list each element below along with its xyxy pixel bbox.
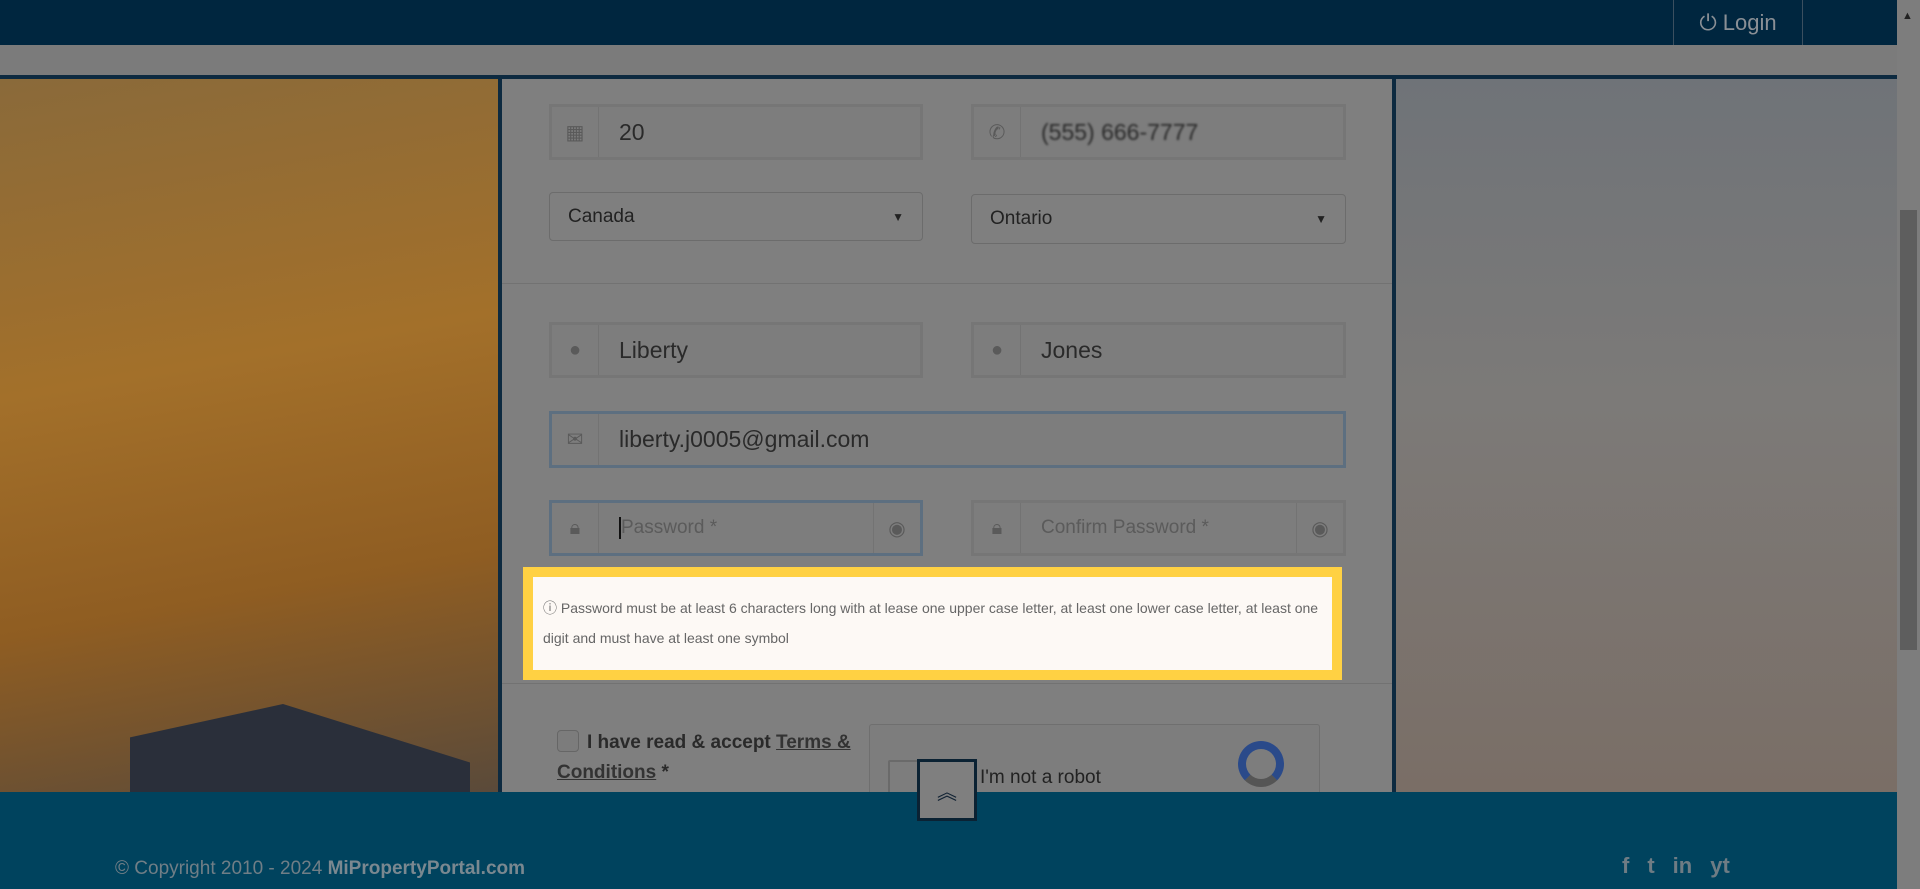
copyright: © Copyright 2010 - 2024 MiPropertyPortal… <box>115 858 526 879</box>
top-navbar: ⏻ Login <box>0 0 1897 45</box>
section-divider <box>502 683 1392 684</box>
caret-down-icon: ▼ <box>1315 212 1327 226</box>
background-image-right <box>1396 79 1897 792</box>
lock-icon: 🔒︎ <box>552 503 599 553</box>
scroll-to-top-button[interactable]: ︽ <box>917 759 977 821</box>
user-icon: ● <box>552 325 599 375</box>
sub-header-bar <box>0 45 1897 77</box>
password-hint-highlight: ⓘ Password must be at least 6 characters… <box>523 567 1342 680</box>
facebook-icon[interactable]: f <box>1622 853 1629 879</box>
last-name-field[interactable]: ● Jones <box>971 322 1346 378</box>
terms-row: I have read & accept Terms & Conditions … <box>557 730 851 783</box>
phone-field[interactable]: ✆ (555) 666-7777 <box>971 104 1346 160</box>
password-field[interactable]: 🔒︎ Password * ◉ <box>549 500 923 556</box>
province-select[interactable]: Ontario ▼ <box>971 194 1346 244</box>
section-divider <box>502 283 1392 284</box>
terms-checkbox[interactable] <box>557 730 579 752</box>
building-icon: ▦ <box>552 107 599 157</box>
scrollbar[interactable]: ▲ <box>1897 0 1920 889</box>
linkedin-icon[interactable]: in <box>1673 853 1693 879</box>
envelope-icon: ✉ <box>552 414 599 465</box>
lock-icon: 🔒︎ <box>974 503 1021 553</box>
youtube-icon[interactable]: yt <box>1710 853 1730 879</box>
caret-down-icon: ▼ <box>892 209 904 224</box>
email-field[interactable]: ✉ liberty.j0005@gmail.com <box>549 411 1346 468</box>
double-chevron-up-icon: ︽ <box>937 781 957 804</box>
power-icon: ⏻ <box>1699 9 1717 35</box>
social-links: f t in yt <box>1622 853 1730 879</box>
info-icon: ⓘ <box>543 600 557 616</box>
background-image-left <box>0 79 498 871</box>
recaptcha-logo-icon <box>1238 741 1284 787</box>
phone-icon: ✆ <box>974 107 1021 157</box>
country-select[interactable]: Canada ▼ <box>549 192 923 241</box>
scroll-up-arrow-icon[interactable]: ▲ <box>1902 10 1913 22</box>
password-hint: ⓘ Password must be at least 6 characters… <box>533 577 1332 670</box>
show-password-eye-icon[interactable]: ◉ <box>873 503 920 553</box>
scrollbar-thumb[interactable] <box>1900 210 1917 650</box>
login-button[interactable]: ⏻ Login <box>1673 0 1803 45</box>
twitter-icon[interactable]: t <box>1647 853 1654 879</box>
show-password-eye-icon[interactable]: ◉ <box>1296 503 1343 553</box>
unit-field[interactable]: ▦ 20 <box>549 104 923 160</box>
first-name-field[interactable]: ● Liberty <box>549 322 923 378</box>
confirm-password-field[interactable]: 🔒︎ Confirm Password * ◉ <box>971 500 1346 556</box>
user-icon: ● <box>974 325 1021 375</box>
